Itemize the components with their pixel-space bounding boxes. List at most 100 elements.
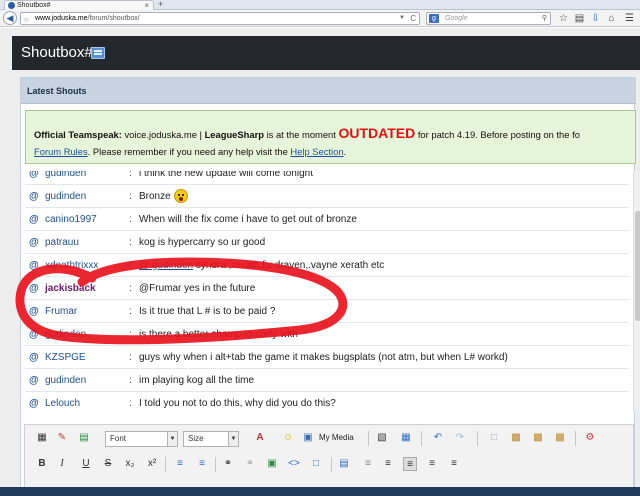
shout-username[interactable]: xdeathtrixxx	[45, 255, 98, 277]
shout-message: i think the new update will come tonight	[139, 171, 313, 179]
undo-icon[interactable]: ↶	[431, 431, 445, 445]
bullet-list-icon[interactable]: ≡	[173, 457, 187, 471]
paste-text-icon[interactable]: ▩	[531, 431, 545, 445]
numbered-list-icon[interactable]: ≡	[195, 457, 209, 471]
eraser-icon[interactable]: ✎	[55, 431, 69, 445]
forum-rules-link[interactable]: Forum Rules	[34, 146, 88, 157]
notice-teamspeak-address: voice.joduska.me |	[121, 129, 205, 140]
star-icon[interactable]: ☆	[558, 13, 569, 24]
code-icon[interactable]: <>	[287, 457, 301, 471]
shout-message-text: syndra ,xerath,fix draven,.vayne xerath …	[193, 260, 385, 271]
quote-icon[interactable]: □	[309, 457, 323, 471]
align-left-icon[interactable]: ≡	[381, 457, 395, 471]
remove-format-icon[interactable]: ▦	[35, 431, 49, 445]
home-icon[interactable]: ⌂	[606, 13, 617, 24]
outdent-icon[interactable]: ≡	[361, 457, 375, 471]
special-chars-icon[interactable]: ▦	[399, 431, 413, 445]
shout-list[interactable]: @ gudinden : i think the new update will…	[25, 171, 629, 411]
reply-at-button[interactable]: @	[29, 232, 39, 254]
shout-message: Is it true that L # is to be paid ?	[139, 306, 276, 317]
shout-separator: :	[129, 191, 132, 202]
popup-window-icon[interactable]	[91, 47, 105, 59]
reload-icon[interactable]: C	[410, 13, 416, 24]
clipboard-icon[interactable]: ▤	[574, 13, 585, 24]
shout-username[interactable]: gudinden	[45, 171, 86, 185]
size-select[interactable]: Size ▼	[183, 431, 239, 447]
scrollbar-thumb[interactable]	[635, 211, 640, 321]
subscript-button[interactable]: x₂	[123, 457, 137, 471]
shout-editor: ▦ ✎ ▤ Font ▼ Size ▼ A ☺ ▣ My Media ▧ ▦ ↶…	[24, 424, 634, 496]
shout-separator: :	[129, 306, 132, 317]
bold-button[interactable]: B	[35, 457, 49, 471]
indent-icon[interactable]: ▤	[337, 457, 351, 471]
shout-separator: :	[129, 237, 132, 248]
editor-toolbar-row-1: ▦ ✎ ▤ Font ▼ Size ▼ A ☺ ▣ My Media ▧ ▦ ↶…	[25, 427, 635, 451]
shout-username[interactable]: patrauu	[45, 232, 79, 254]
reply-at-button[interactable]: @	[29, 324, 39, 346]
new-tab-button[interactable]: +	[158, 0, 163, 9]
reply-at-button[interactable]: @	[29, 255, 39, 277]
shout-username[interactable]: canino1997	[45, 209, 97, 231]
download-icon[interactable]: ⇩	[590, 13, 601, 24]
italic-button[interactable]: I	[55, 457, 69, 471]
shout-username[interactable]: gudinden	[45, 370, 86, 392]
notice-line-1: Official Teamspeak: voice.joduska.me | L…	[34, 125, 580, 141]
redo-icon[interactable]: ↷	[453, 431, 467, 445]
reply-at-button[interactable]: @	[29, 370, 39, 392]
reply-at-button[interactable]: @	[29, 186, 39, 208]
shout-username[interactable]: Frumar	[45, 301, 77, 323]
unlink-icon[interactable]: ⚭	[243, 457, 257, 471]
reply-at-button[interactable]: @	[29, 278, 39, 300]
font-select[interactable]: Font ▼	[105, 431, 178, 447]
tab-shoutbox[interactable]: Shoutbox# ×	[4, 0, 154, 10]
superscript-button[interactable]: x²	[145, 457, 159, 471]
reply-at-button[interactable]: @	[29, 347, 39, 369]
reply-at-button[interactable]: @	[29, 301, 39, 323]
help-section-link[interactable]: Help Section	[290, 146, 343, 157]
shout-username[interactable]: gudinden	[45, 186, 86, 208]
toolbar-divider	[368, 431, 369, 446]
shout-list-scrollbar[interactable]	[633, 171, 640, 411]
shout-username[interactable]: Lelouch	[45, 393, 80, 411]
image-icon[interactable]: ▣	[265, 457, 279, 471]
my-media-button[interactable]: My Media	[319, 431, 354, 445]
shout-username[interactable]: KZSPGE	[45, 347, 86, 369]
tab-close-icon[interactable]: ×	[144, 1, 149, 10]
spoiler-icon[interactable]: ▧	[375, 431, 389, 445]
address-bar[interactable]: ○ www.joduska.me/forum/shoutbox/ ▼ C	[20, 12, 420, 25]
strikethrough-button[interactable]: S	[101, 457, 115, 471]
toolbar-divider	[421, 431, 422, 446]
shout-mention-link[interactable]: @ gudinden	[139, 260, 193, 271]
underline-button[interactable]: U	[79, 457, 93, 471]
url-path: /forum/shoutbox/	[87, 15, 140, 22]
align-center-icon[interactable]: ≡	[403, 457, 417, 471]
shout-row: @ KZSPGE : guys why when i alt+tab the g…	[25, 347, 629, 369]
align-right-icon[interactable]: ≡	[425, 457, 439, 471]
toolbar-divider	[575, 431, 576, 446]
paste-word-icon[interactable]: ▩	[553, 431, 567, 445]
url-domain: www.joduska.me	[35, 15, 88, 22]
link-icon[interactable]: ⚭	[221, 457, 235, 471]
site-favicon-icon	[8, 2, 15, 9]
paste-icon[interactable]: ▩	[509, 431, 523, 445]
chevron-down-icon[interactable]: ▼	[399, 13, 405, 24]
shout-username[interactable]: gudinden	[45, 324, 86, 346]
table-icon[interactable]: ▤	[77, 431, 91, 445]
source-icon[interactable]: ⚙	[583, 431, 597, 445]
align-justify-icon[interactable]: ≡	[447, 457, 461, 471]
shout-username[interactable]: jackisback	[45, 278, 96, 300]
search-engine-icon[interactable]: g	[429, 14, 439, 23]
search-icon[interactable]: ⚲	[542, 13, 547, 24]
copy-icon[interactable]: □	[487, 431, 501, 445]
back-button[interactable]: ◀	[3, 11, 17, 25]
reply-at-button[interactable]: @	[29, 393, 39, 411]
reply-at-button[interactable]: @	[29, 171, 39, 185]
media-icon[interactable]: ▣	[301, 431, 315, 445]
panel-title: Latest Shouts	[27, 86, 87, 96]
search-box[interactable]: g Google ⚲	[426, 12, 551, 25]
reply-at-button[interactable]: @	[29, 209, 39, 231]
menu-icon[interactable]: ☰	[624, 13, 635, 24]
shout-row: @ gudinden : i think the new update will…	[25, 171, 629, 185]
text-color-icon[interactable]: A	[253, 431, 267, 445]
emoticon-icon[interactable]: ☺	[281, 431, 295, 445]
